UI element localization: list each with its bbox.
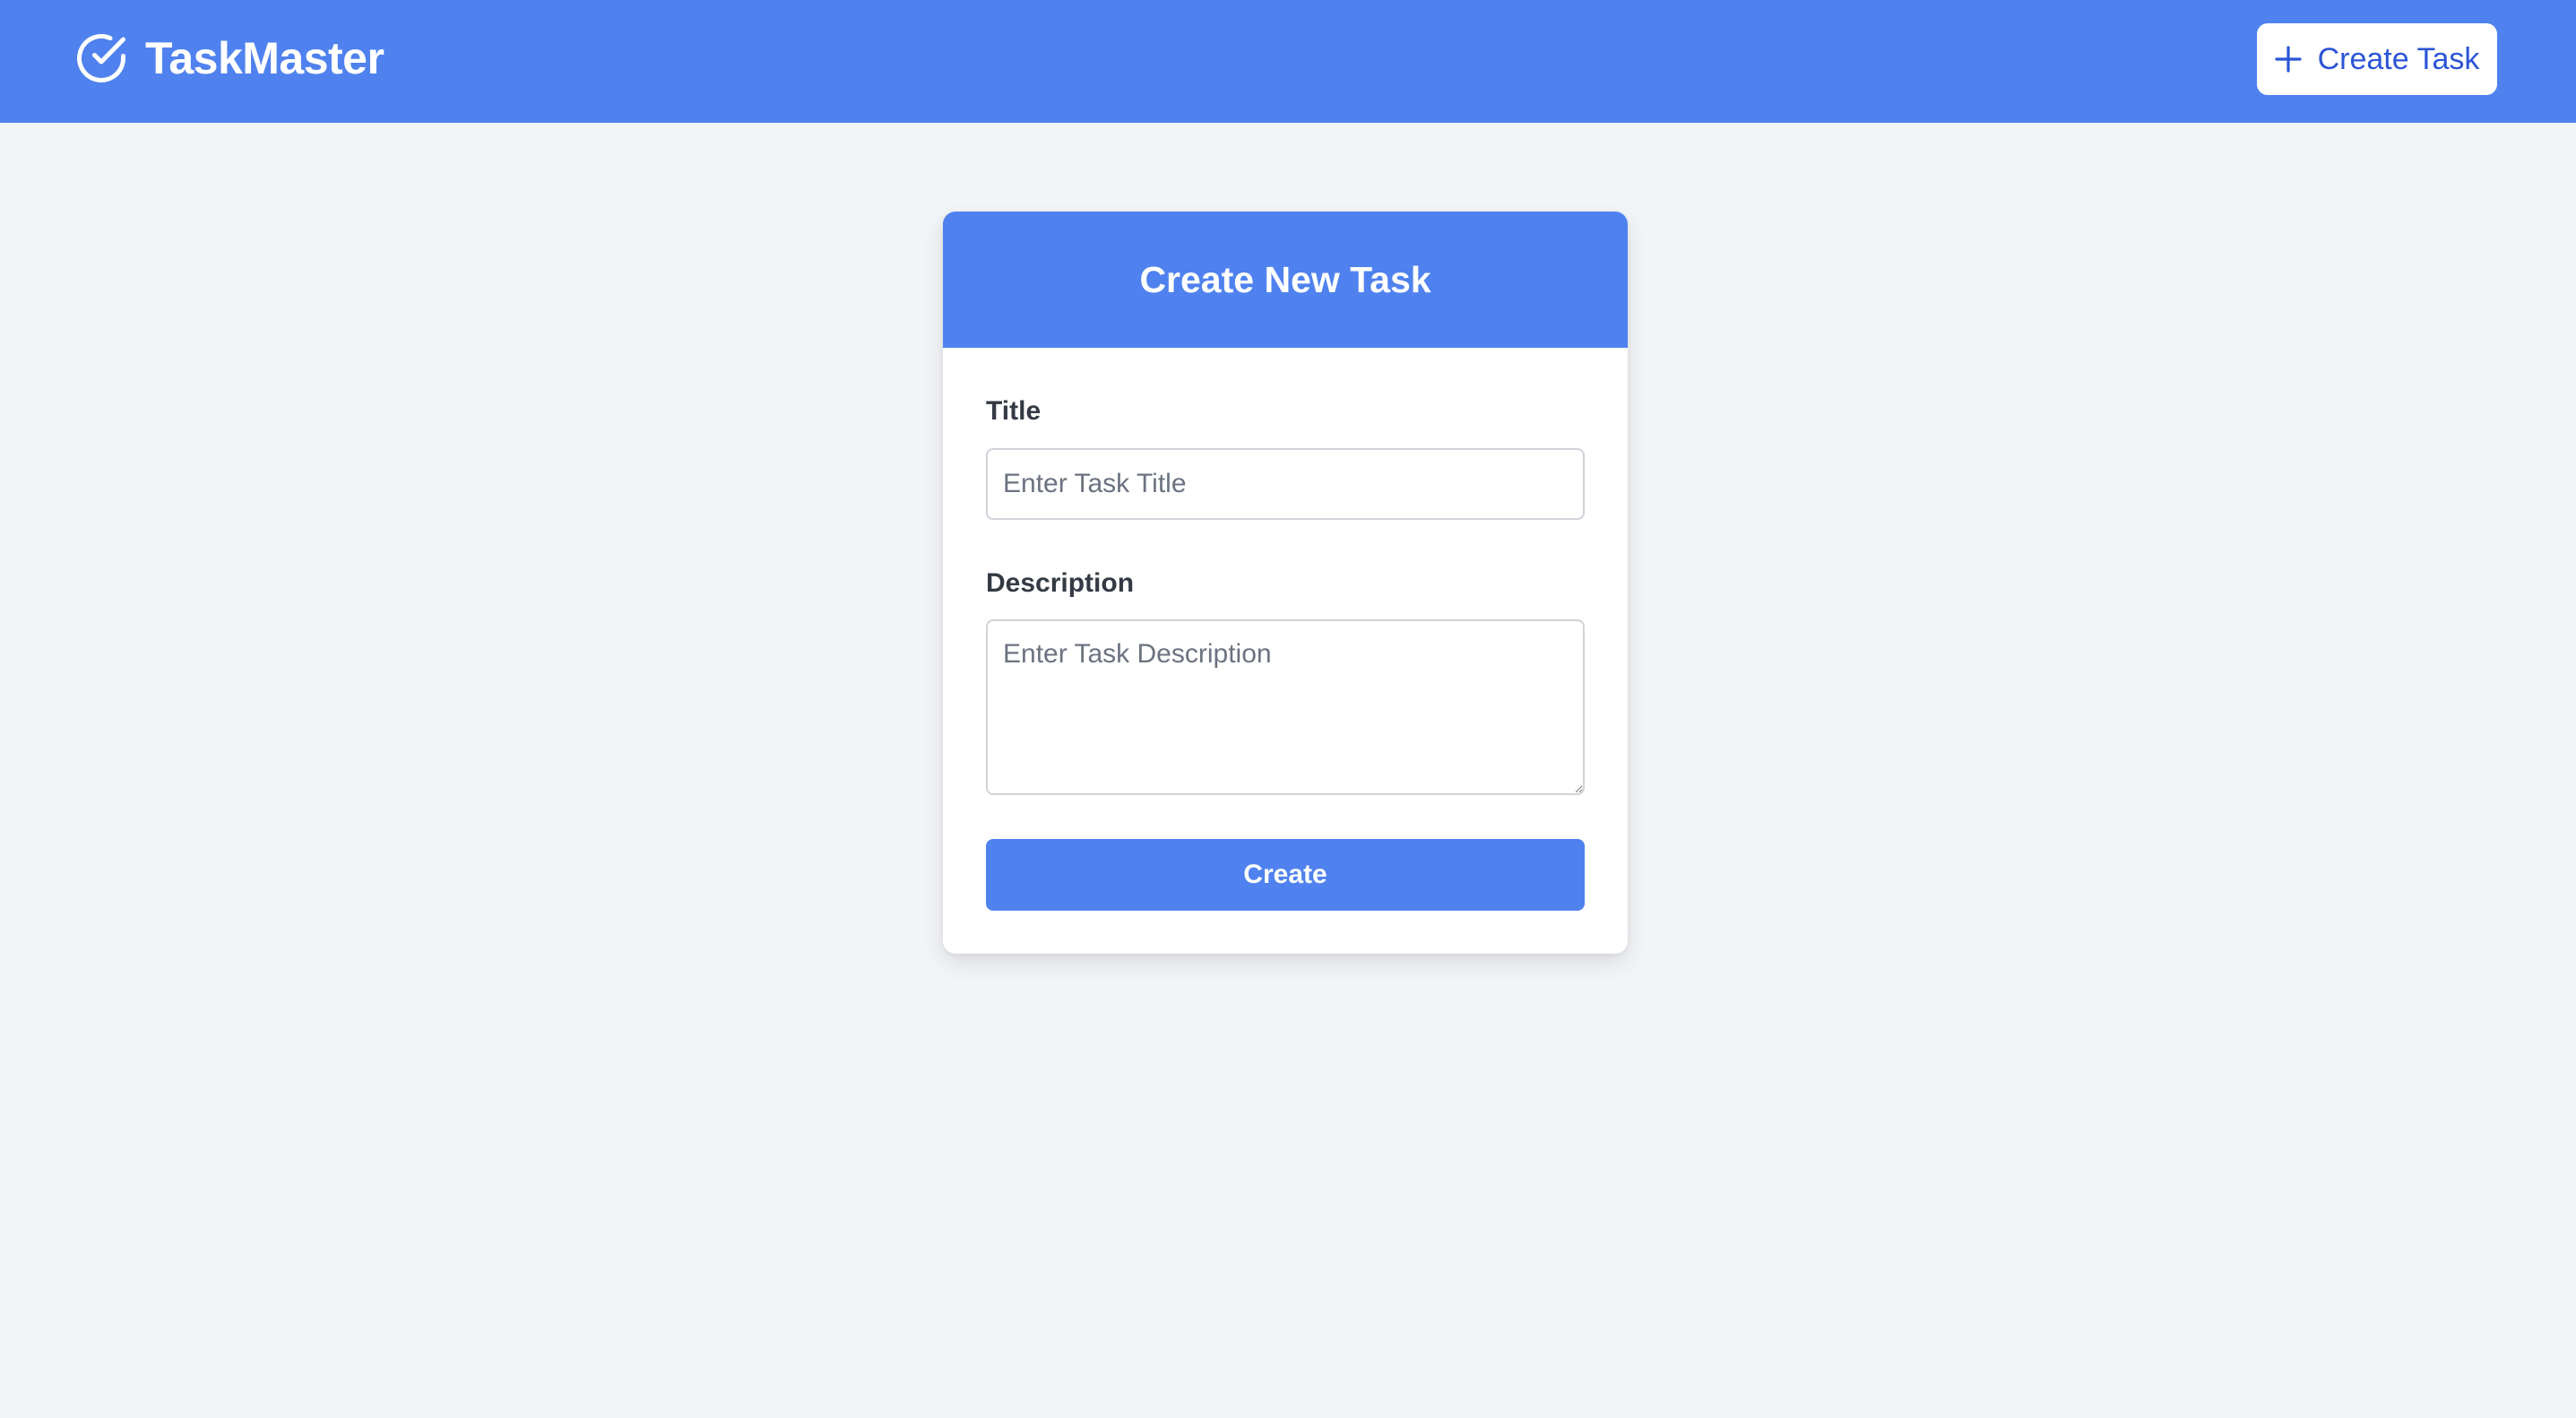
top-navbar: TaskMaster Create Task [0,0,2576,123]
description-label: Description [986,568,1135,598]
plus-icon [2274,46,2302,73]
card-header: Create New Task [943,212,1628,348]
form-title: Create New Task [1139,258,1431,300]
create-task-button[interactable]: Create Task [2257,23,2497,95]
brand-name: TaskMaster [145,33,385,83]
create-task-label: Create Task [2317,41,2480,76]
check-circle-icon [77,34,125,82]
brand[interactable]: TaskMaster [73,30,385,86]
task-title-input[interactable] [986,448,1585,520]
title-label: Title [986,396,1042,426]
task-description-textarea[interactable] [986,619,1585,795]
create-button[interactable]: Create [986,839,1585,911]
create-task-card: Create New Task Title Description Create [943,212,1628,954]
